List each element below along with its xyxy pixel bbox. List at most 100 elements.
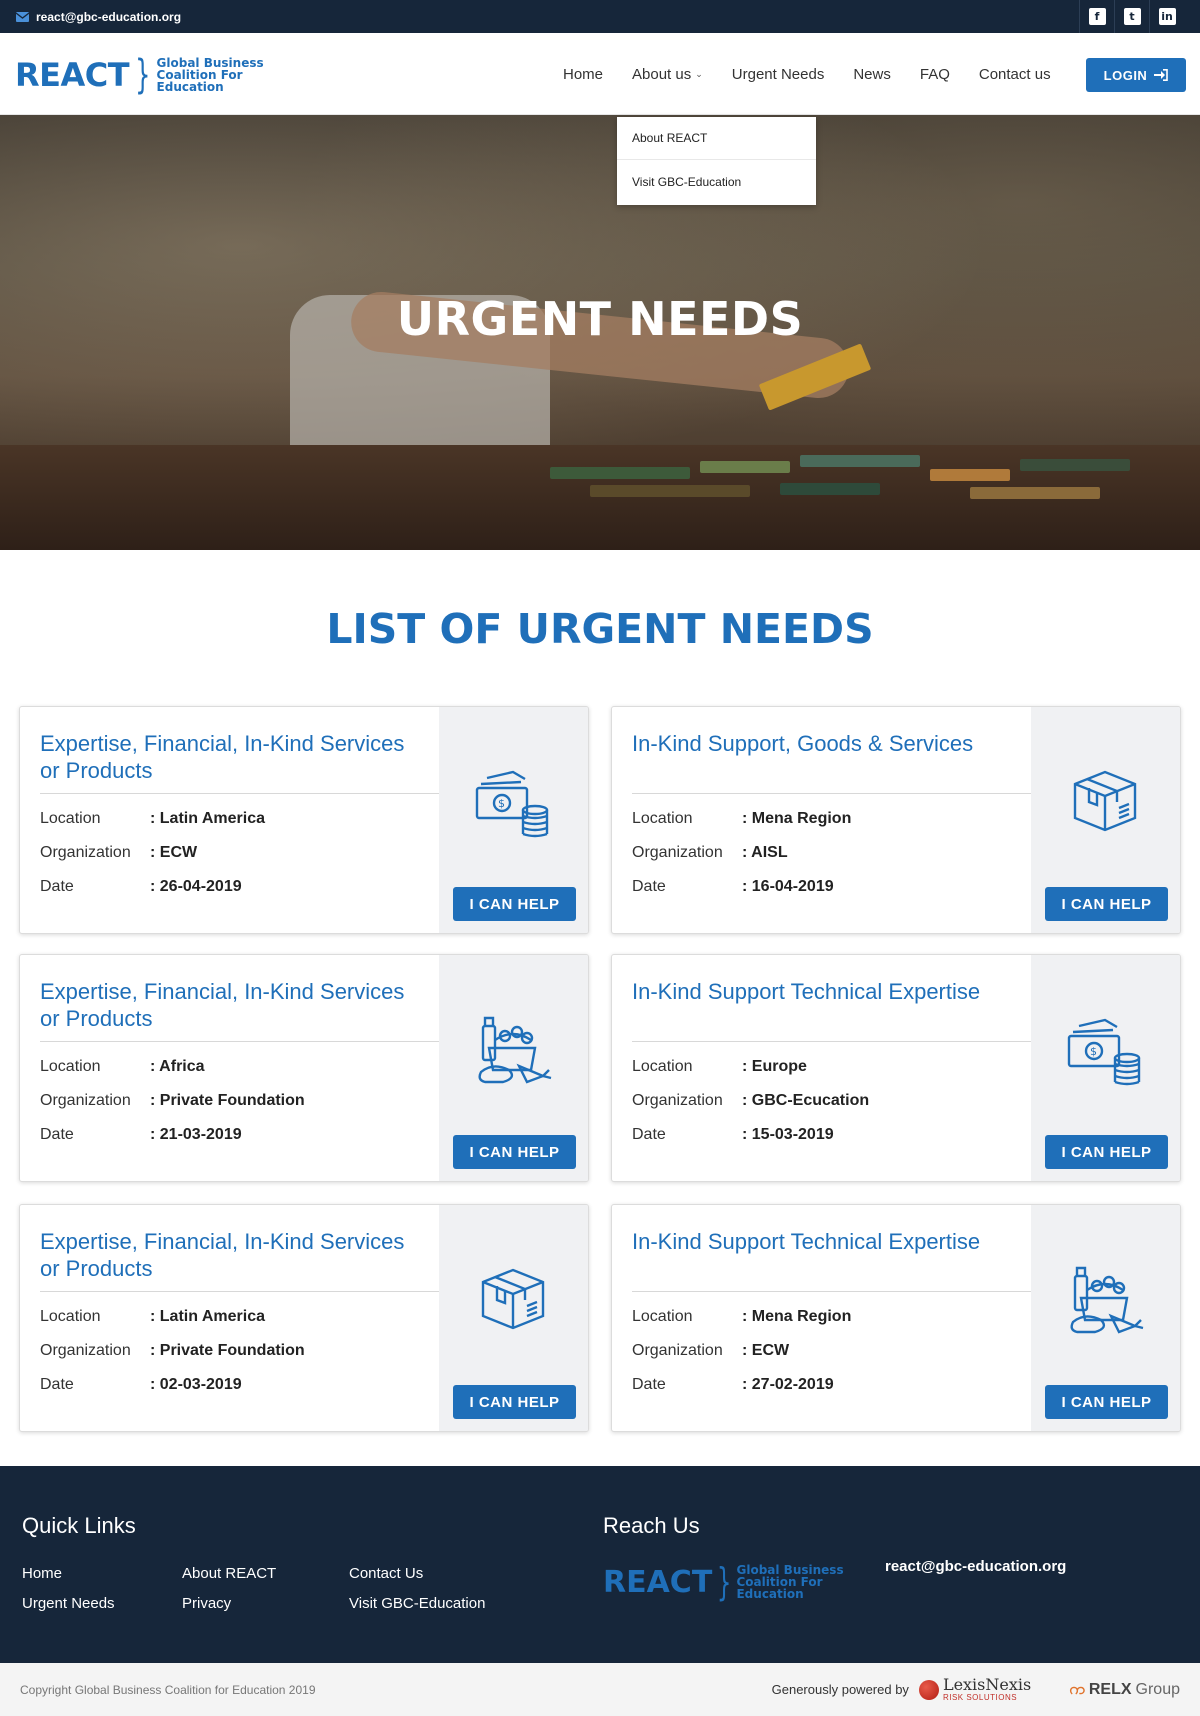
need-organization-row: Organization: AISL (632, 844, 788, 862)
site-logo[interactable]: REACT } Global Business Coalition For Ed… (15, 55, 264, 95)
need-title[interactable]: In-Kind Support Technical Expertise (632, 978, 1012, 1005)
logo-tagline: Global Business Coalition For Education (736, 1564, 843, 1600)
need-date-row: Date: 21-03-2019 (40, 1126, 242, 1144)
field-label: Date (632, 878, 666, 895)
footer-link-about-react[interactable]: About REACT (182, 1565, 276, 1582)
lexisnexis-logo[interactable]: LexisNexis RISK SOLUTIONS (918, 1676, 1031, 1702)
nav-label: Contact us (978, 65, 1051, 83)
sign-in-icon (1154, 69, 1169, 81)
field-value: : 15-03-2019 (742, 1126, 834, 1143)
groceries-icon (1070, 1266, 1144, 1334)
footer-link-home[interactable]: Home (22, 1565, 62, 1582)
divider (632, 1291, 1039, 1292)
main-nav: Home About us ⌄ Urgent Needs News FAQ Con… (563, 33, 1080, 115)
svg-text:$: $ (498, 797, 505, 810)
logo-wordmark: REACT (15, 56, 130, 94)
field-value: : 02-03-2019 (150, 1376, 242, 1393)
relx-name: RELX (1088, 1680, 1132, 1698)
nav-home[interactable]: Home (563, 66, 603, 83)
i-can-help-button[interactable]: I CAN HELP (453, 1385, 576, 1419)
dropdown-visit-gbc[interactable]: Visit GBC-Education (617, 160, 816, 203)
i-can-help-button[interactable]: I CAN HELP (1045, 1135, 1168, 1169)
field-value: : Private Foundation (150, 1342, 305, 1359)
need-title[interactable]: Expertise, Financial, In-Kind Services o… (40, 730, 420, 784)
need-date-row: Date: 15-03-2019 (632, 1126, 834, 1144)
field-value: : AISL (742, 844, 788, 861)
groceries-icon (478, 1016, 552, 1084)
need-title[interactable]: In-Kind Support Technical Expertise (632, 1228, 1012, 1255)
need-organization-row: Organization: ECW (632, 1342, 789, 1360)
nav-label: Home (563, 65, 604, 83)
top-email[interactable]: react@gbc-education.org (16, 10, 181, 24)
field-value: : Latin America (150, 810, 265, 827)
need-organization-row: Organization: ECW (40, 844, 197, 862)
powered-by-label: Generously powered by (771, 1682, 909, 1697)
logo-brace: } (717, 1560, 732, 1604)
powered-by: Generously powered by LexisNexis RISK SO… (771, 1676, 1180, 1702)
field-value: : 27-02-2019 (742, 1376, 834, 1393)
field-value: : Europe (742, 1058, 807, 1075)
field-label: Location (632, 1308, 693, 1325)
logo-wordmark: REACT (603, 1564, 713, 1600)
footer-link-contact-us[interactable]: Contact Us (349, 1565, 423, 1582)
field-label: Date (40, 878, 74, 895)
nav-urgent-needs[interactable]: Urgent Needs (732, 66, 825, 83)
footer-logo[interactable]: REACT } Global Business Coalition For Ed… (603, 1563, 844, 1601)
need-date-row: Date: 27-02-2019 (632, 1376, 834, 1394)
need-location-row: Location: Africa (40, 1058, 205, 1076)
field-label: Date (40, 1376, 74, 1393)
login-button[interactable]: LOGIN (1086, 58, 1186, 92)
nav-contact[interactable]: Contact us (979, 66, 1051, 83)
money-icon: $ (1067, 1018, 1141, 1086)
nav-news[interactable]: News (853, 66, 891, 83)
hero-blocks (550, 455, 1200, 515)
field-label: Organization (40, 1342, 131, 1359)
dropdown-about-react[interactable]: About REACT (617, 117, 816, 160)
need-card: In-Kind Support Technical Expertise Loca… (611, 1204, 1181, 1432)
linkedin-link[interactable]: in (1149, 0, 1184, 33)
field-value: : 26-04-2019 (150, 878, 242, 895)
field-label: Date (40, 1126, 74, 1143)
footer-email[interactable]: react@gbc-education.org (885, 1558, 1066, 1575)
logo-brace: } (135, 52, 151, 98)
need-card: Expertise, Financial, In-Kind Services o… (19, 706, 589, 934)
social-links: f t in (1079, 0, 1184, 33)
footer-link-privacy[interactable]: Privacy (182, 1595, 231, 1612)
field-label: Location (40, 1058, 101, 1075)
about-dropdown: About REACT Visit GBC-Education (617, 117, 816, 205)
field-label: Location (632, 1058, 693, 1075)
divider (40, 793, 447, 794)
need-title[interactable]: Expertise, Financial, In-Kind Services o… (40, 978, 420, 1032)
relx-group: Group (1135, 1680, 1180, 1698)
money-icon: $ (475, 770, 549, 838)
hero-banner: URGENT NEEDS (0, 115, 1200, 550)
field-label: Location (632, 810, 693, 827)
login-label: LOGIN (1103, 67, 1148, 83)
logo-tagline-line: Education (736, 1587, 804, 1601)
i-can-help-button[interactable]: I CAN HELP (1045, 1385, 1168, 1419)
need-date-row: Date : 26-04-2019 (40, 878, 242, 896)
chevron-down-icon: ⌄ (695, 68, 703, 79)
i-can-help-button[interactable]: I CAN HELP (453, 887, 576, 921)
relx-logo[interactable]: က RELX Group (1069, 1678, 1180, 1702)
need-organization-row: Organization: GBC-Ecucation (632, 1092, 869, 1110)
footer-link-visit-gbc[interactable]: Visit GBC-Education (349, 1595, 485, 1612)
twitter-link[interactable]: t (1114, 0, 1149, 33)
need-title[interactable]: Expertise, Financial, In-Kind Services o… (40, 1228, 420, 1282)
divider (632, 793, 1039, 794)
top-bar: react@gbc-education.org f t in (0, 0, 1200, 33)
nav-label: FAQ (919, 65, 950, 83)
need-card: In-Kind Support Technical Expertise Loca… (611, 954, 1181, 1182)
nav-faq[interactable]: FAQ (920, 66, 950, 83)
facebook-link[interactable]: f (1079, 0, 1114, 33)
field-label: Location (40, 810, 101, 827)
i-can-help-button[interactable]: I CAN HELP (1045, 887, 1168, 921)
bottom-bar: Copyright Global Business Coalition for … (0, 1663, 1200, 1716)
footer-link-urgent-needs[interactable]: Urgent Needs (22, 1595, 115, 1612)
need-location-row: Location: Mena Region (632, 1308, 851, 1326)
i-can-help-button[interactable]: I CAN HELP (453, 1135, 576, 1169)
nav-about[interactable]: About us ⌄ (632, 66, 703, 83)
divider (40, 1041, 447, 1042)
need-title[interactable]: In-Kind Support, Goods & Services (632, 730, 1012, 757)
logo-tagline: Global Business Coalition For Education (157, 57, 264, 93)
